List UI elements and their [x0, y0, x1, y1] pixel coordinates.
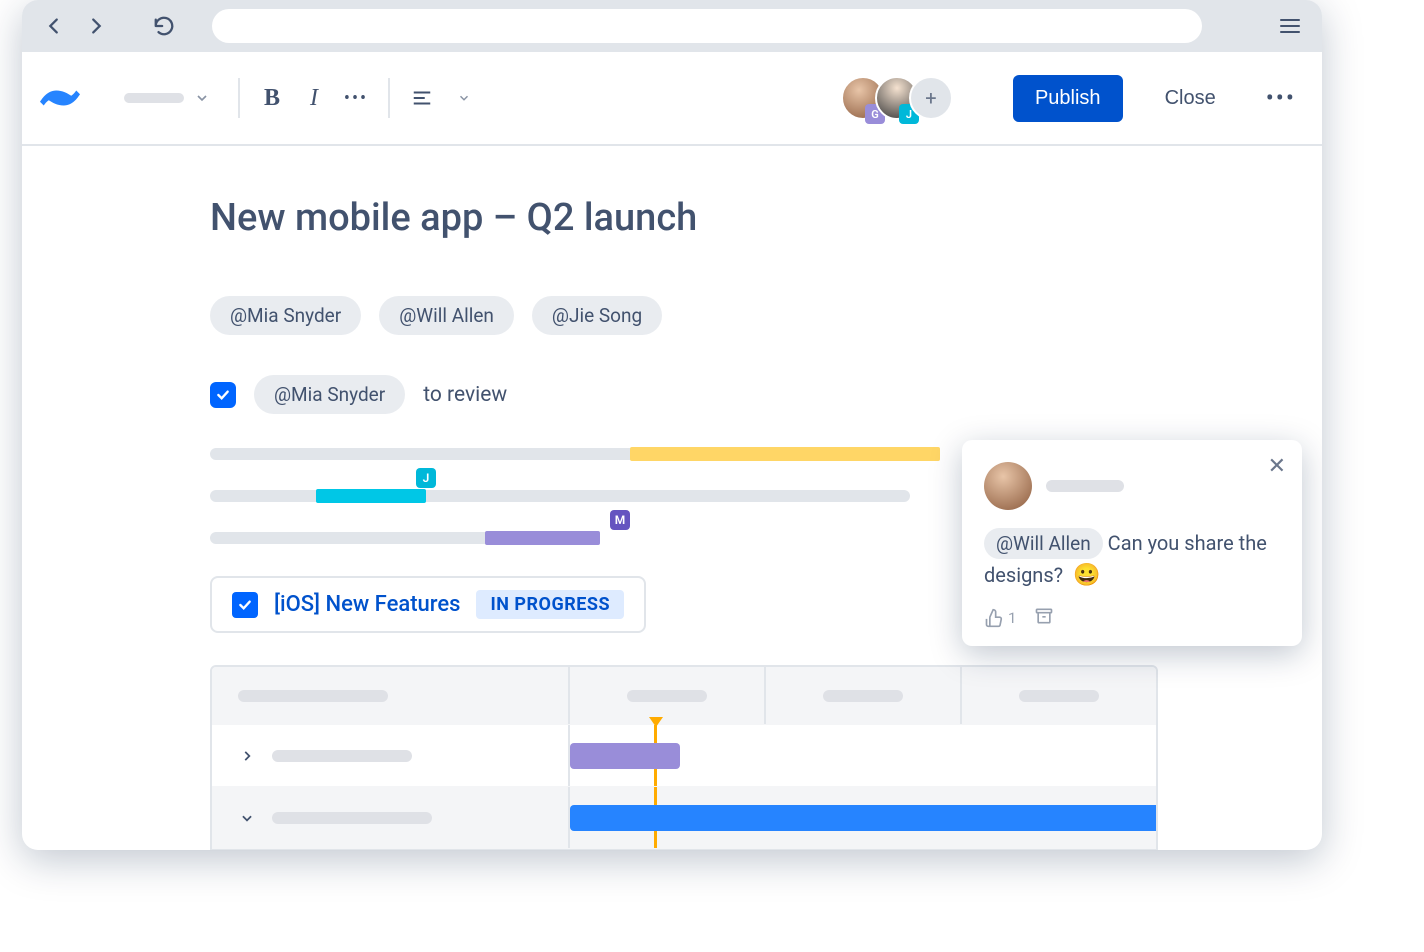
- page-title[interactable]: New mobile app – Q2 launch: [210, 196, 1322, 240]
- browser-chrome: [22, 0, 1322, 52]
- roadmap-row[interactable]: [212, 787, 1156, 849]
- today-marker-icon: [649, 717, 663, 727]
- forward-button[interactable]: [82, 12, 110, 40]
- collaborator-avatars: G J +: [851, 76, 953, 120]
- roadmap-header-row: [212, 667, 1156, 725]
- text-style-dropdown[interactable]: [114, 84, 220, 112]
- confluence-logo-icon: [40, 78, 80, 118]
- publish-button[interactable]: Publish: [1013, 75, 1123, 122]
- more-actions-button[interactable]: •••: [1266, 84, 1296, 112]
- collapse-icon[interactable]: [238, 809, 256, 827]
- annotation-marker-j[interactable]: J: [416, 468, 436, 488]
- expand-icon[interactable]: [238, 747, 256, 765]
- task-checkbox[interactable]: [210, 382, 236, 408]
- mention-chip[interactable]: @Will Allen: [379, 296, 514, 335]
- app-window: B I ••• G J + Publish Close •••: [22, 0, 1322, 850]
- url-bar[interactable]: [212, 9, 1202, 43]
- mention-list: @Mia Snyder @Will Allen @Jie Song: [210, 296, 1322, 335]
- mention-chip[interactable]: @Jie Song: [532, 296, 662, 335]
- bold-button[interactable]: B: [258, 84, 286, 112]
- roadmap-table: [210, 665, 1158, 850]
- back-button[interactable]: [40, 12, 68, 40]
- more-formatting-button[interactable]: •••: [342, 84, 370, 112]
- close-icon[interactable]: ✕: [1268, 454, 1286, 479]
- content-placeholder-lines: J M: [210, 448, 940, 546]
- jira-issue-card[interactable]: [iOS] New Features IN PROGRESS: [210, 576, 646, 633]
- comment-author-placeholder: [1046, 480, 1124, 492]
- task-item[interactable]: @Mia Snyder to review: [210, 375, 1322, 414]
- issue-status-badge: IN PROGRESS: [476, 590, 624, 619]
- browser-menu-button[interactable]: [1276, 19, 1304, 33]
- align-button[interactable]: [408, 84, 436, 112]
- toolbar-divider: [388, 78, 390, 118]
- task-assignee-chip[interactable]: @Mia Snyder: [254, 375, 405, 414]
- archive-icon[interactable]: [1034, 606, 1054, 630]
- align-dropdown-icon[interactable]: [450, 84, 478, 112]
- mention-chip[interactable]: @Mia Snyder: [210, 296, 361, 335]
- issue-checkbox-icon: [232, 592, 258, 618]
- gantt-bar[interactable]: [570, 743, 680, 769]
- comment-body: @Will Allen Can you share the designs? 😀: [984, 528, 1280, 592]
- mention-chip[interactable]: @Will Allen: [984, 528, 1103, 559]
- issue-title: [iOS] New Features: [274, 592, 460, 617]
- comment-author-avatar[interactable]: [984, 462, 1032, 510]
- italic-button[interactable]: I: [300, 84, 328, 112]
- emoji-icon: 😀: [1073, 563, 1100, 588]
- like-button[interactable]: 1: [984, 608, 1016, 628]
- task-text: to review: [423, 383, 507, 407]
- toolbar-divider: [238, 78, 240, 118]
- roadmap-row[interactable]: [212, 725, 1156, 787]
- like-count: 1: [1008, 609, 1016, 627]
- comment-popover: ✕ @Will Allen Can you share the designs?…: [962, 440, 1302, 646]
- annotation-marker-m[interactable]: M: [610, 510, 630, 530]
- refresh-button[interactable]: [150, 12, 178, 40]
- add-collaborator-button[interactable]: +: [909, 76, 953, 120]
- editor-toolbar: B I ••• G J + Publish Close •••: [22, 52, 1322, 146]
- gantt-bar[interactable]: [570, 805, 1158, 831]
- close-button[interactable]: Close: [1143, 75, 1238, 122]
